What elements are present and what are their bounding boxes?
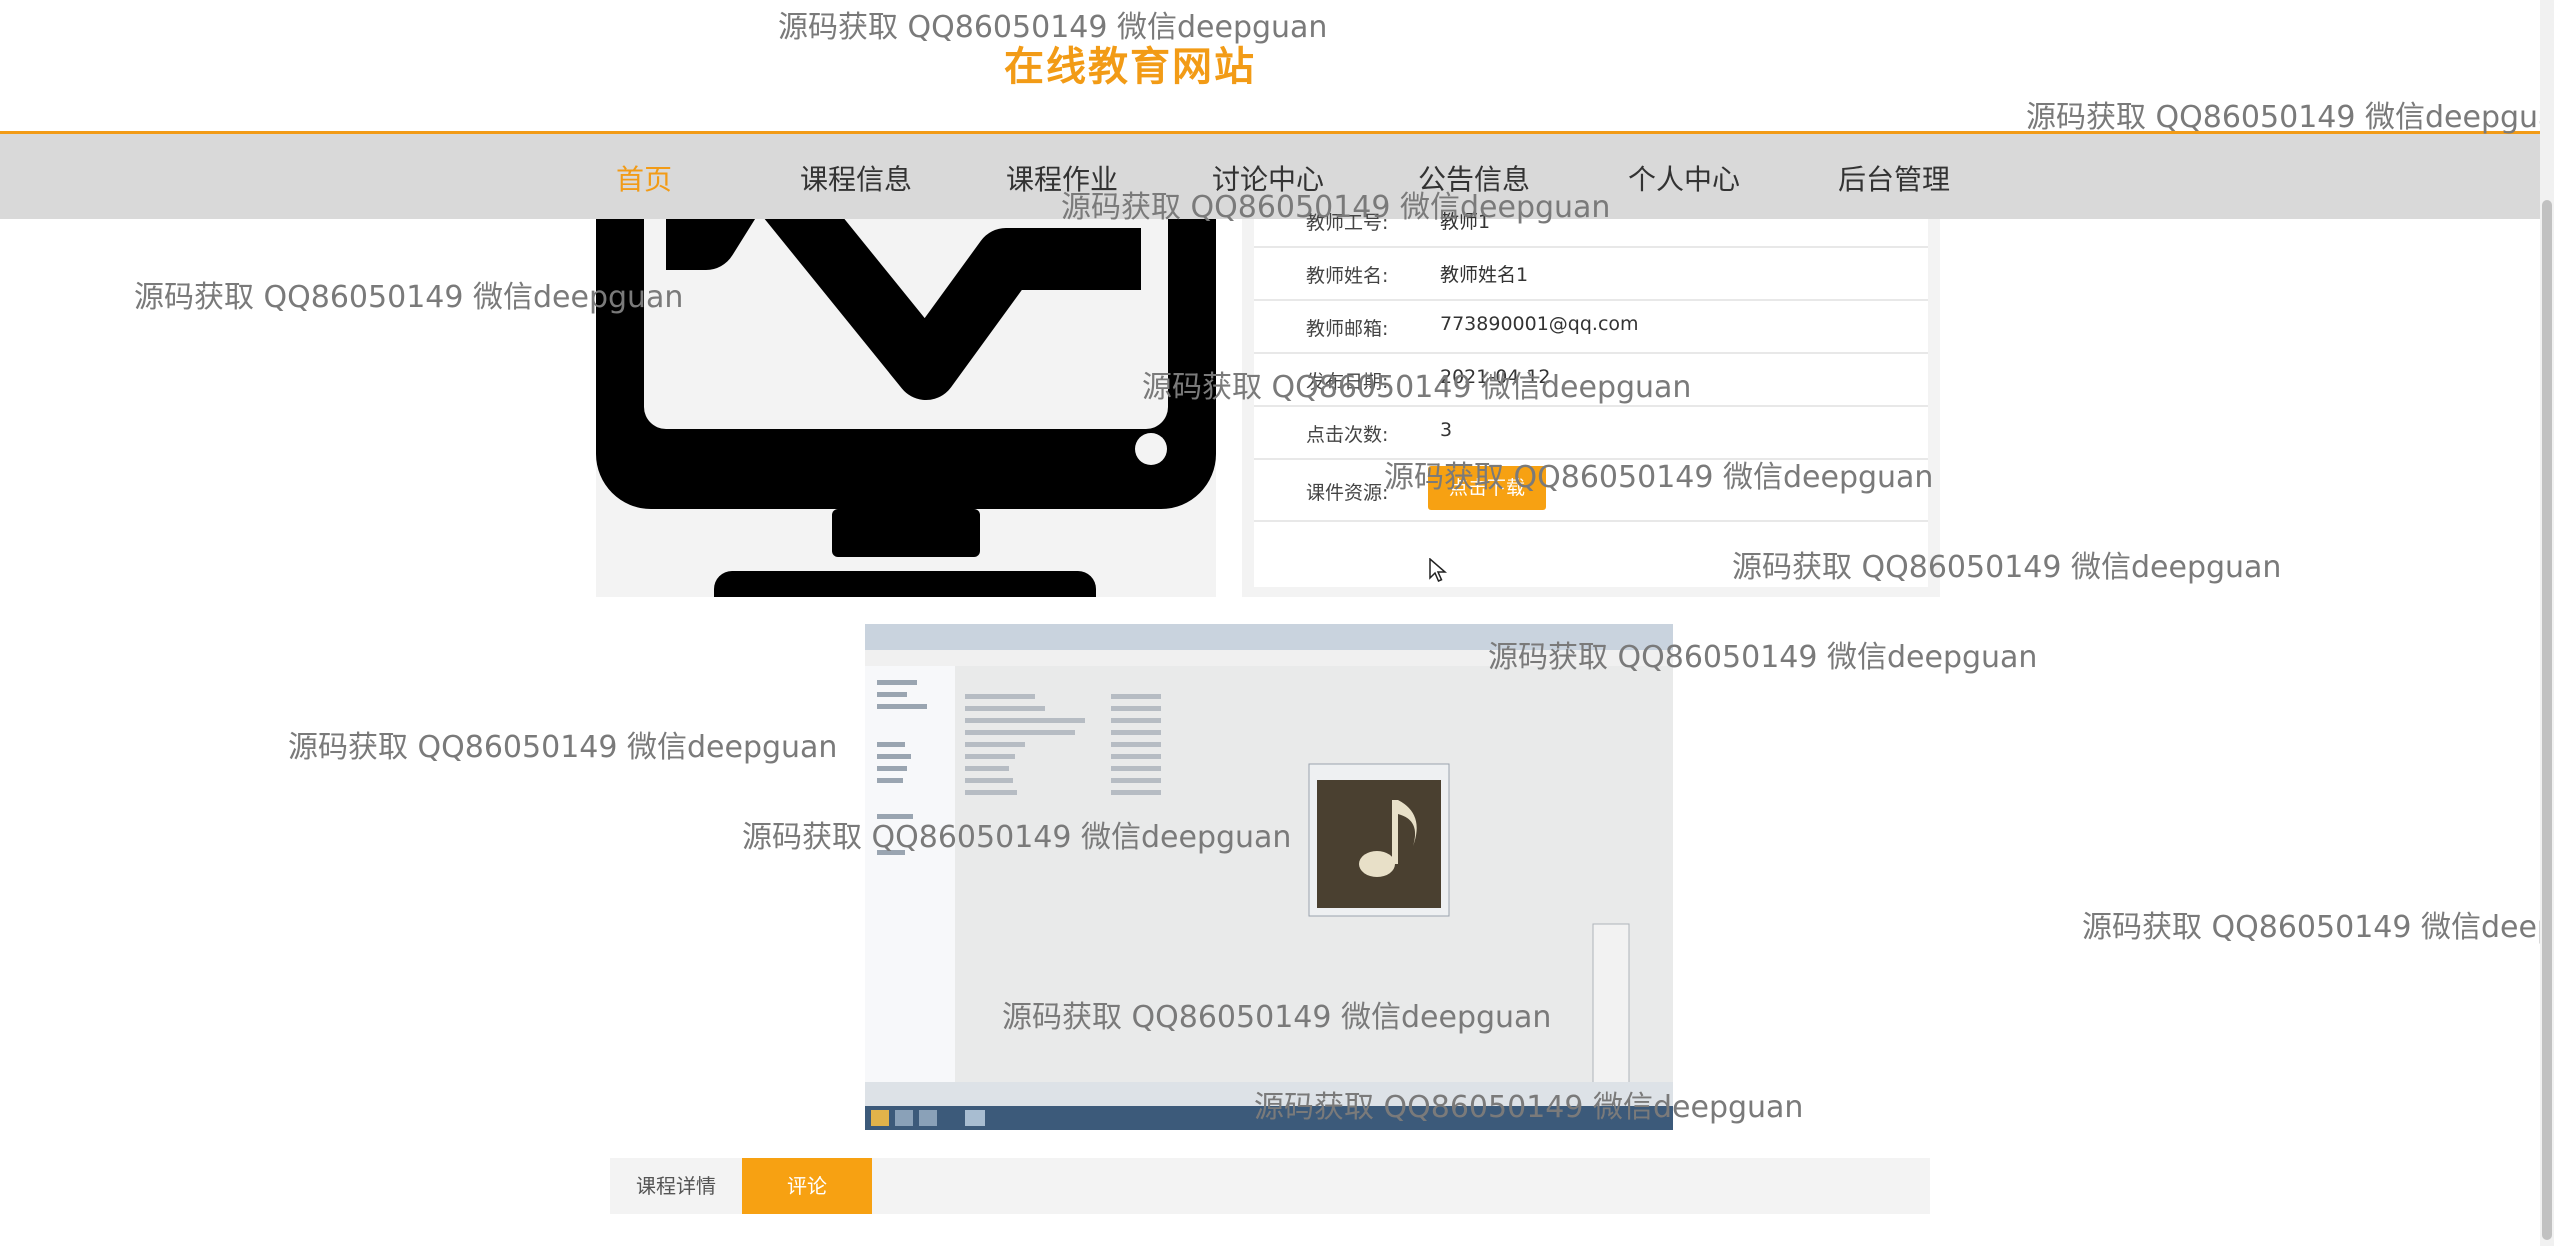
nav-course-homework[interactable]: 课程作业 [1006, 158, 1118, 198]
course-tabs: 课程详情 评论 [610, 1158, 1930, 1214]
info-value: 773890001@qq.com [1440, 313, 1639, 335]
info-label: 教师工号: [1306, 212, 1389, 234]
info-row-click-count: 点击次数: 3 [1254, 405, 1928, 460]
course-info-panel: 教师工号: 教师1 教师姓名: 教师姓名1 教师邮箱: 773890001@qq… [1242, 211, 1940, 597]
info-label: 点击次数: [1306, 424, 1389, 446]
info-label: 教师邮箱: [1306, 318, 1389, 340]
download-button[interactable]: 点击下载 [1428, 466, 1546, 510]
watermark-text: 源码获取 QQ86050149 微信deepguan [2082, 910, 2554, 945]
info-row-publish-date: 发布日期: 2021-04-12 [1254, 352, 1928, 407]
info-value: 3 [1440, 419, 1453, 441]
info-label: 教师姓名: [1306, 265, 1389, 287]
info-value: 教师1 [1440, 211, 1491, 233]
info-value: 教师姓名1 [1440, 264, 1529, 286]
info-label: 课件资源: [1306, 482, 1389, 504]
nav-course-info[interactable]: 课程信息 [800, 158, 912, 198]
mouse-cursor-icon [1429, 558, 1447, 582]
info-label: 发布日期: [1306, 371, 1389, 393]
info-row-teacher-email: 教师邮箱: 773890001@qq.com [1254, 299, 1928, 354]
nav-home[interactable]: 首页 [616, 158, 672, 198]
scrollbar-thumb[interactable] [2542, 200, 2552, 1240]
tab-course-details[interactable]: 课程详情 [610, 1158, 742, 1214]
monitor-pulse-icon [596, 219, 1216, 597]
watermark-text: 源码获取 QQ86050149 微信deepguan [2026, 100, 2554, 135]
watermark-text: 源码获取 QQ86050149 微信deepguan [288, 730, 838, 765]
info-value: 2021-04-12 [1440, 366, 1551, 388]
course-video[interactable] [865, 624, 1673, 1130]
info-row-resource: 课件资源: 点击下载 [1254, 458, 1928, 522]
course-cover-image [596, 219, 1216, 597]
nav-discussion[interactable]: 讨论中心 [1212, 158, 1324, 198]
nav-personal-center[interactable]: 个人中心 [1628, 158, 1740, 198]
tab-comments[interactable]: 评论 [742, 1158, 872, 1214]
site-title: 在线教育网站 [1004, 44, 1256, 90]
nav-admin[interactable]: 后台管理 [1838, 158, 1950, 198]
nav-announcements[interactable]: 公告信息 [1418, 158, 1530, 198]
info-row-teacher-id: 教师工号: 教师1 [1254, 193, 1928, 248]
page-scrollbar[interactable] [2540, 0, 2554, 1246]
video-frame [865, 624, 1673, 1130]
info-row-teacher-name: 教师姓名: 教师姓名1 [1254, 246, 1928, 301]
